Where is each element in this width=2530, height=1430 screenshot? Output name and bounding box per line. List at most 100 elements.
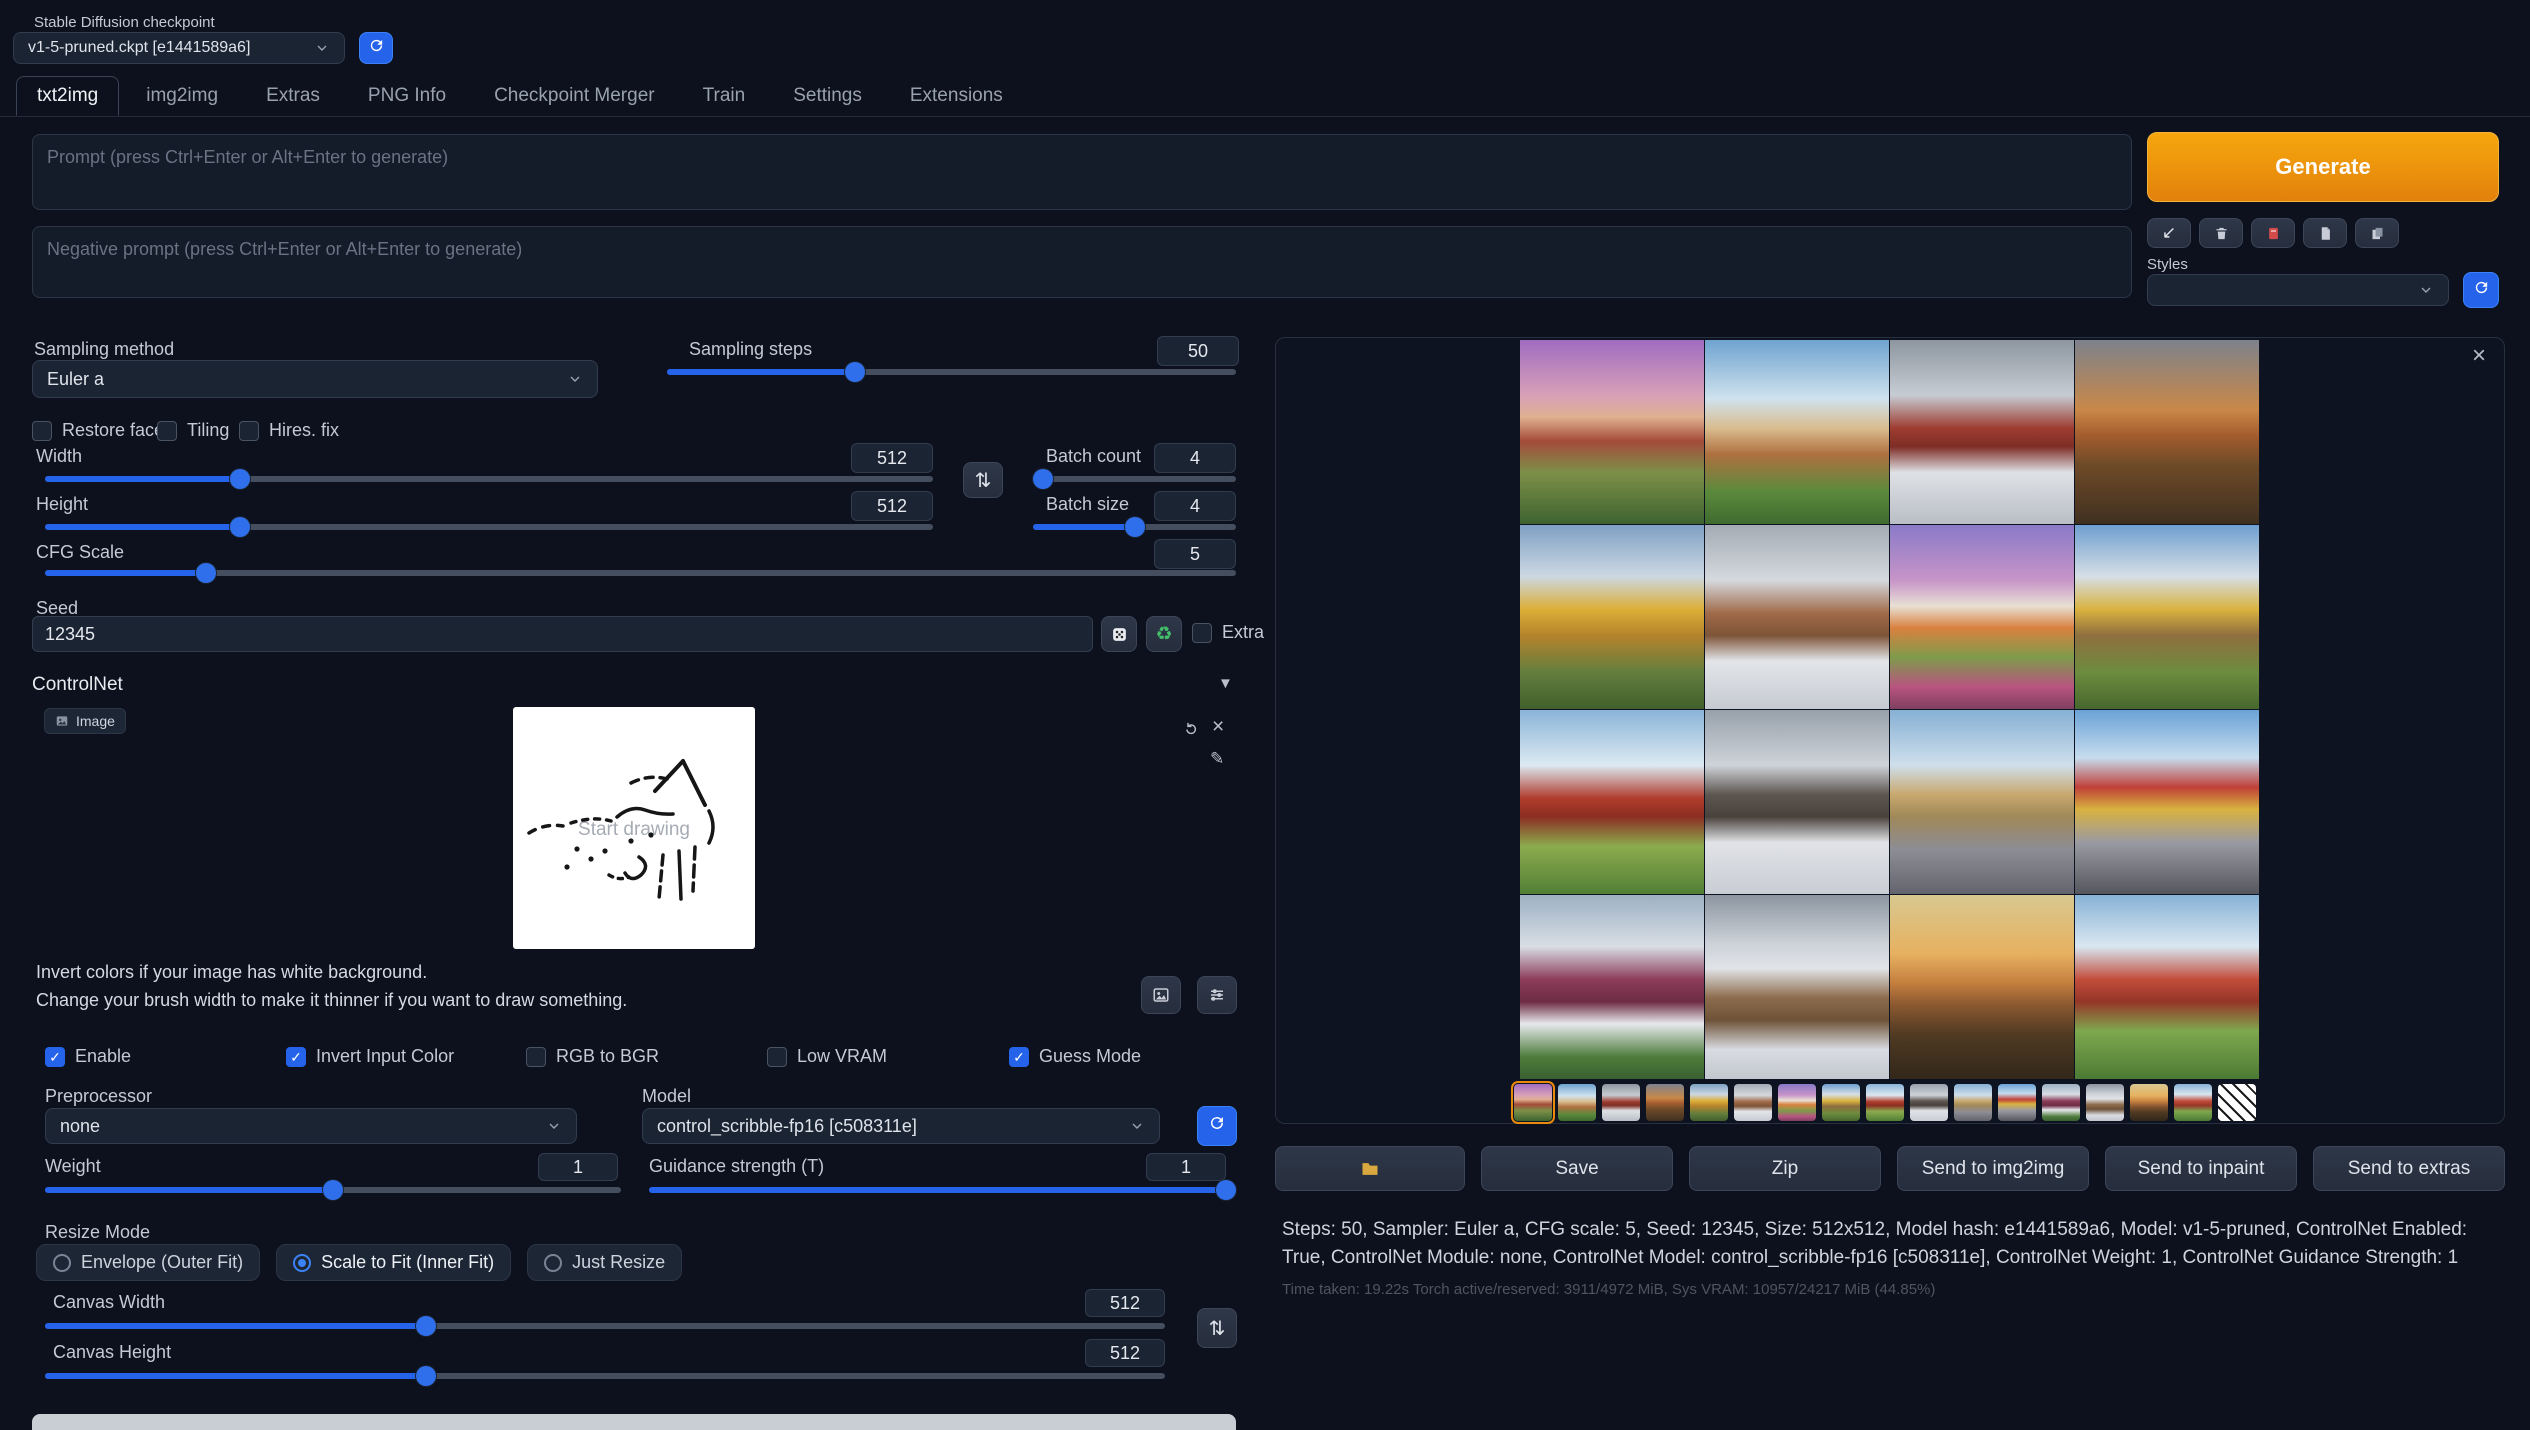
tab-train[interactable]: Train <box>682 76 767 116</box>
gallery-image[interactable] <box>1890 895 2074 1079</box>
gallery-image[interactable] <box>1520 710 1704 894</box>
gallery-thumbnail-scribble[interactable] <box>2218 1084 2256 1121</box>
tab-checkpoint-merger[interactable]: Checkpoint Merger <box>473 76 676 116</box>
send-to-img2img-button[interactable]: Send to img2img <box>1897 1146 2089 1191</box>
copy-style-button[interactable] <box>2303 218 2347 248</box>
resize-just-resize-radio[interactable]: Just Resize <box>527 1244 682 1281</box>
gallery-thumbnail[interactable] <box>1910 1084 1948 1121</box>
sampling-steps-slider[interactable] <box>667 361 1236 383</box>
tab-txt2img[interactable]: txt2img <box>16 76 119 116</box>
negative-prompt-input[interactable] <box>32 226 2132 298</box>
gallery-image[interactable] <box>1890 340 2074 524</box>
undo-icon[interactable] <box>1183 720 1200 737</box>
gallery-thumbnail[interactable] <box>1602 1084 1640 1121</box>
width-slider[interactable] <box>45 468 933 490</box>
random-seed-button[interactable] <box>1101 616 1137 652</box>
gallery-image[interactable] <box>2075 710 2259 894</box>
swap-dimensions-button[interactable]: ⇅ <box>963 462 1003 498</box>
gallery-thumbnail[interactable] <box>2042 1084 2080 1121</box>
gallery-thumbnail[interactable] <box>2130 1084 2168 1121</box>
gallery-image[interactable] <box>1520 525 1704 709</box>
gallery-thumbnail[interactable] <box>1954 1084 1992 1121</box>
clear-image-icon[interactable]: × <box>1212 716 1224 737</box>
weight-input[interactable] <box>538 1153 618 1181</box>
gallery-thumbnail[interactable] <box>1690 1084 1728 1121</box>
gallery-thumbnail[interactable] <box>1866 1084 1904 1121</box>
paste-params-button[interactable]: ↙ <box>2147 218 2191 248</box>
model-dropdown[interactable]: control_scribble-fp16 [c508311e] <box>642 1108 1160 1144</box>
gallery-image[interactable] <box>1520 895 1704 1079</box>
tab-settings[interactable]: Settings <box>772 76 883 116</box>
batch-count-slider[interactable] <box>1033 468 1236 490</box>
restore-faces-checkbox[interactable]: Restore faces <box>32 420 173 441</box>
gallery-image[interactable] <box>1890 710 2074 894</box>
resize-envelope-radio[interactable]: Envelope (Outer Fit) <box>36 1244 260 1281</box>
gallery-thumbnail[interactable] <box>1998 1084 2036 1121</box>
tiling-checkbox[interactable]: Tiling <box>157 420 229 441</box>
weight-slider[interactable] <box>45 1179 621 1201</box>
controlnet-image-tab[interactable]: Image <box>44 708 126 734</box>
gallery-image[interactable] <box>1705 710 1889 894</box>
height-slider[interactable] <box>45 516 933 538</box>
collapsed-section-bar[interactable] <box>32 1414 1236 1430</box>
gallery-image[interactable] <box>1890 525 2074 709</box>
guess-mode-checkbox[interactable]: Guess Mode <box>1009 1046 1141 1067</box>
styles-dropdown[interactable] <box>2147 274 2449 306</box>
guidance-strength-slider[interactable] <box>649 1179 1226 1201</box>
tab-img2img[interactable]: img2img <box>125 76 239 116</box>
save-button[interactable]: Save <box>1481 1146 1673 1191</box>
swap-canvas-dimensions-button[interactable]: ⇅ <box>1197 1308 1237 1348</box>
open-folder-button[interactable] <box>1275 1146 1465 1191</box>
prompt-input[interactable] <box>32 134 2132 210</box>
apply-style-button[interactable] <box>2251 218 2295 248</box>
refresh-styles-button[interactable] <box>2463 272 2499 308</box>
resize-scale-to-fit-radio[interactable]: Scale to Fit (Inner Fit) <box>276 1244 511 1281</box>
generate-button[interactable]: Generate <box>2147 132 2499 202</box>
canvas-height-input[interactable] <box>1085 1339 1165 1367</box>
gallery-thumbnail[interactable] <box>2174 1084 2212 1121</box>
invert-input-color-checkbox[interactable]: Invert Input Color <box>286 1046 454 1067</box>
send-to-inpaint-button[interactable]: Send to inpaint <box>2105 1146 2297 1191</box>
gallery-thumbnail[interactable] <box>1646 1084 1684 1121</box>
clear-prompt-button[interactable] <box>2199 218 2243 248</box>
close-gallery-icon[interactable]: × <box>2472 344 2486 368</box>
canvas-width-input[interactable] <box>1085 1289 1165 1317</box>
gallery-image[interactable] <box>1705 895 1889 1079</box>
gallery-image[interactable] <box>1520 340 1704 524</box>
enable-checkbox[interactable]: Enable <box>45 1046 131 1067</box>
tab-png-info[interactable]: PNG Info <box>347 76 467 116</box>
gallery-thumbnail[interactable] <box>1734 1084 1772 1121</box>
gallery-thumbnail[interactable] <box>1558 1084 1596 1121</box>
refresh-models-button[interactable] <box>1197 1106 1237 1146</box>
gallery-thumbnail[interactable] <box>1778 1084 1816 1121</box>
hires-fix-checkbox[interactable]: Hires. fix <box>239 420 339 441</box>
reuse-seed-button[interactable]: ♻ <box>1146 616 1182 652</box>
refresh-checkpoint-button[interactable] <box>359 32 393 64</box>
extra-seed-checkbox[interactable]: Extra <box>1192 622 1264 643</box>
controlnet-canvas[interactable]: Start drawing <box>513 707 755 949</box>
send-to-extras-button[interactable]: Send to extras <box>2313 1146 2505 1191</box>
gallery-thumbnail[interactable] <box>1514 1084 1552 1121</box>
zip-button[interactable]: Zip <box>1689 1146 1881 1191</box>
gallery-image[interactable] <box>1705 525 1889 709</box>
gallery-image[interactable] <box>2075 895 2259 1079</box>
preprocessor-dropdown[interactable]: none <box>45 1108 577 1144</box>
sampling-method-dropdown[interactable]: Euler a <box>32 360 598 398</box>
gallery-thumbnail[interactable] <box>2086 1084 2124 1121</box>
low-vram-checkbox[interactable]: Low VRAM <box>767 1046 887 1067</box>
tab-extras[interactable]: Extras <box>245 76 341 116</box>
gallery-image[interactable] <box>2075 340 2259 524</box>
tab-extensions[interactable]: Extensions <box>889 76 1024 116</box>
cfg-scale-slider[interactable] <box>45 562 1236 584</box>
checkpoint-dropdown[interactable]: v1-5-pruned.ckpt [e1441589a6] <box>13 32 345 64</box>
seed-input[interactable] <box>32 616 1093 652</box>
gallery-thumbnail[interactable] <box>1822 1084 1860 1121</box>
canvas-width-slider[interactable] <box>45 1315 1165 1337</box>
save-style-button[interactable] <box>2355 218 2399 248</box>
rgb-to-bgr-checkbox[interactable]: RGB to BGR <box>526 1046 659 1067</box>
canvas-height-slider[interactable] <box>45 1365 1165 1387</box>
guidance-strength-input[interactable] <box>1146 1153 1226 1181</box>
brush-icon[interactable]: ✎ <box>1210 750 1224 767</box>
gallery-image[interactable] <box>1705 340 1889 524</box>
upload-image-button[interactable] <box>1141 976 1181 1014</box>
